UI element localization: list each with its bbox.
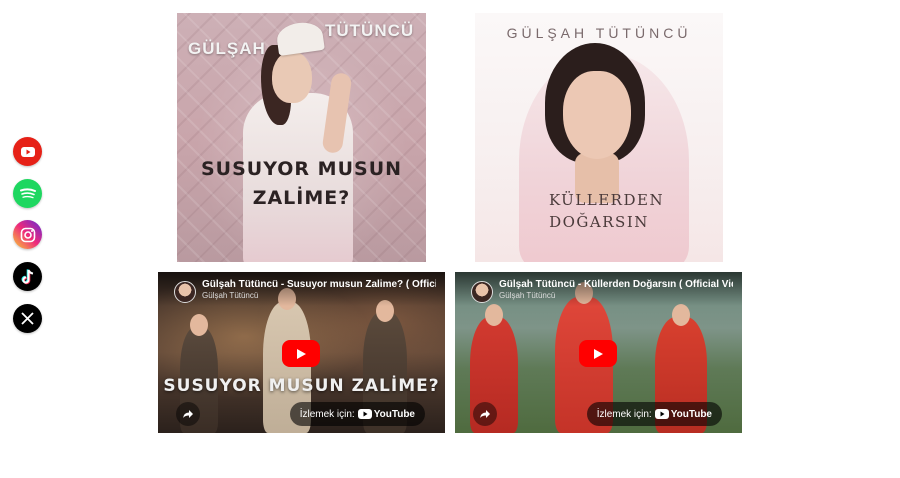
album-cover-kullerden-dogarsin[interactable]: GÜLŞAH TÜTÜNCÜ KÜLLERDEN DOĞARSIN xyxy=(475,13,723,262)
watch-on-youtube-button[interactable]: İzlemek için: YouTube xyxy=(289,402,425,426)
watch-label: İzlemek için: xyxy=(596,408,652,420)
video-embed-kullerden-dogarsin[interactable]: Gülşah Tütüncü - Küllerden Doğarsın ( Of… xyxy=(455,272,742,433)
x-link[interactable] xyxy=(13,304,42,333)
share-button[interactable] xyxy=(473,402,497,426)
instagram-icon xyxy=(20,227,36,243)
youtube-icon xyxy=(20,146,35,157)
tiktok-link[interactable] xyxy=(13,262,42,291)
cover-title: SUSUYOR MUSUN ZALİME? xyxy=(200,158,403,209)
youtube-icon xyxy=(654,409,669,419)
play-button[interactable] xyxy=(579,340,617,367)
play-icon xyxy=(594,348,603,359)
youtube-icon xyxy=(357,409,372,419)
video-title[interactable]: Gülşah Tütüncü - Susuyor musun Zalime? (… xyxy=(202,279,436,290)
play-button[interactable] xyxy=(282,340,320,367)
tiktok-icon xyxy=(21,268,35,285)
video-embed-susuyor-musun-zalime[interactable]: Gülşah Tütüncü - Susuyor musun Zalime? (… xyxy=(158,272,445,433)
watch-label: İzlemek için: xyxy=(299,408,355,420)
spotify-link[interactable] xyxy=(13,179,42,208)
channel-name[interactable]: Gülşah Tütüncü xyxy=(499,291,555,300)
share-button[interactable] xyxy=(176,402,200,426)
platform-name: YouTube xyxy=(373,408,415,420)
instagram-link[interactable] xyxy=(13,220,42,249)
cover-artist-last: TÜTÜNCÜ xyxy=(325,21,415,40)
spotify-icon xyxy=(19,187,36,200)
youtube-link[interactable] xyxy=(13,137,42,166)
video-overlay-text: SUSUYOR MUSUN ZALİME? xyxy=(163,376,440,396)
cover-artist: GÜLŞAH TÜTÜNCÜ xyxy=(506,25,692,41)
x-icon xyxy=(21,312,34,325)
cover-title: KÜLLERDEN DOĞARSIN xyxy=(549,191,665,231)
watch-on-youtube-button[interactable]: İzlemek için: YouTube xyxy=(586,402,722,426)
cover-artist-first: GÜLŞAH xyxy=(188,39,266,58)
album-cover-susuyor-musun-zalime[interactable]: GÜLŞAH TÜTÜNCÜ SUSUYOR MUSUN ZALİME? xyxy=(177,13,426,262)
video-title[interactable]: Gülşah Tütüncü - Küllerden Doğarsın ( Of… xyxy=(499,279,733,290)
share-icon xyxy=(183,410,193,418)
platform-name: YouTube xyxy=(670,408,712,420)
channel-name[interactable]: Gülşah Tütüncü xyxy=(202,291,258,300)
channel-avatar[interactable] xyxy=(471,281,493,303)
share-icon xyxy=(480,410,490,418)
play-icon xyxy=(297,348,306,359)
channel-avatar[interactable] xyxy=(174,281,196,303)
